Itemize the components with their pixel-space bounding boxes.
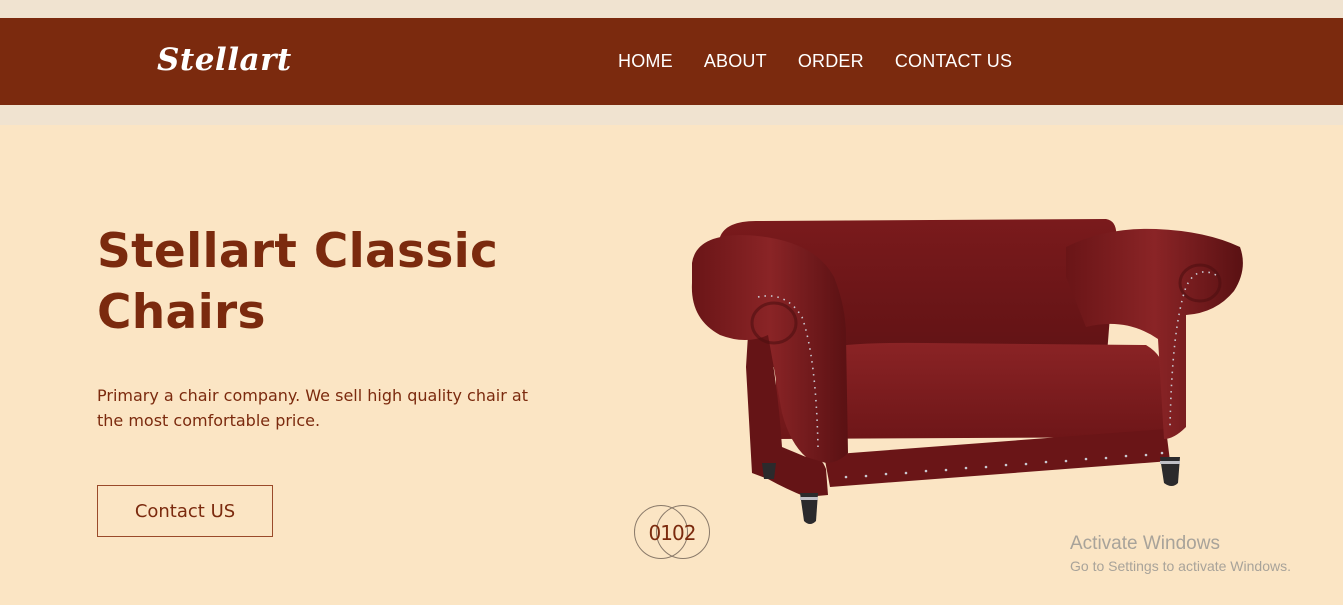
- separator-band: [0, 105, 1343, 125]
- nav-order[interactable]: ORDER: [798, 51, 864, 72]
- hero-section: Stellart Classic Chairs Primary a chair …: [0, 125, 1343, 605]
- nav-contact-us[interactable]: CONTACT US: [895, 51, 1012, 72]
- nav-home[interactable]: HOME: [618, 51, 673, 72]
- navbar: Stellart HOME ABOUT ORDER CONTACT US: [0, 18, 1343, 105]
- slide-numbers: 0102: [648, 521, 697, 545]
- sofa-image: [691, 219, 1243, 524]
- nav-about[interactable]: ABOUT: [704, 51, 767, 72]
- main-nav: HOME ABOUT ORDER CONTACT US: [618, 51, 1012, 72]
- watermark-title: Activate Windows: [1070, 533, 1220, 554]
- hero-title: Stellart Classic Chairs: [97, 224, 499, 340]
- hero-description: Primary a chair company. We sell high qu…: [97, 386, 528, 430]
- top-band: [0, 0, 1343, 18]
- watermark-subtitle: Go to Settings to activate Windows.: [1070, 558, 1291, 574]
- slide-indicator[interactable]: 0102: [632, 505, 712, 563]
- brand-logo[interactable]: Stellart: [157, 42, 292, 78]
- contact-us-button[interactable]: Contact US: [97, 485, 273, 537]
- windows-activation-watermark: Activate Windows Go to Settings to activ…: [1070, 533, 1291, 574]
